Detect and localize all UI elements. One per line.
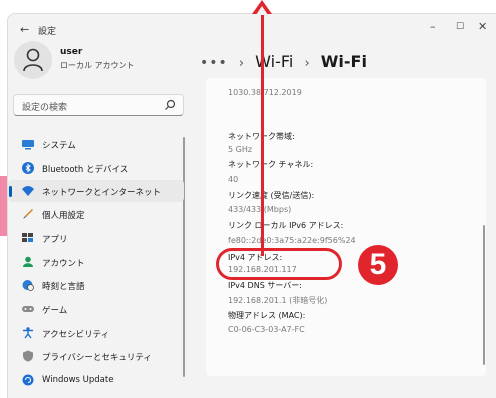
search-placeholder: 設定の検索 — [22, 103, 68, 113]
maximize-button[interactable]: ☐ — [456, 22, 464, 32]
sidebar-item-label: ゲーム — [42, 306, 68, 316]
driver-version-value: 1030.38.712.2019 — [228, 88, 302, 97]
account-type: ローカル アカウント — [60, 61, 135, 70]
link-speed-value: 433/433 (Mbps) — [228, 205, 292, 214]
dns-label: IPv4 DNS サーバー: — [228, 281, 302, 290]
sidebar-item-bluetooth[interactable]: Bluetooth とデバイス — [8, 157, 184, 179]
globe-clock-icon — [22, 280, 34, 291]
apps-icon — [22, 233, 33, 242]
search-icon — [165, 99, 176, 110]
avatar[interactable] — [14, 41, 52, 79]
channel-value: 40 — [228, 175, 239, 184]
sidebar-item-label: アカウント — [42, 259, 85, 269]
person-icon — [23, 256, 33, 267]
sidebar-item-privacy[interactable]: プライバシーとセキュリティ — [8, 345, 184, 367]
monitor-icon — [22, 140, 34, 150]
sidebar-item-time-language[interactable]: 時刻と言語 — [8, 274, 184, 296]
ipv6-label: リンク ローカル IPv6 アドレス: — [228, 221, 344, 230]
sidebar-item-apps[interactable]: アプリ — [8, 227, 184, 249]
band-value: 5 GHz — [228, 145, 253, 154]
sidebar-item-label: Windows Update — [42, 375, 114, 385]
sidebar-item-label: プライバシーとセキュリティ — [42, 353, 152, 363]
user-name: user — [60, 47, 83, 57]
sidebar-item-network[interactable]: ネットワークとインターネット — [8, 180, 184, 202]
sidebar-item-label: アクセシビリティ — [42, 330, 110, 340]
shield-icon — [23, 350, 33, 362]
bluetooth-icon — [22, 162, 34, 174]
sidebar-item-label: Bluetooth とデバイス — [42, 165, 129, 175]
sidebar-item-label: システム — [42, 141, 76, 151]
annotation-arrow-shaft — [261, 8, 264, 256]
chevron-right-icon: › — [238, 56, 245, 71]
sidebar-item-system[interactable]: システム — [8, 133, 184, 155]
breadcrumb: ••• › Wi-Fi › Wi-Fi — [200, 52, 367, 71]
window-title: 設定 — [38, 27, 57, 37]
dns-value: 192.168.201.1 (非暗号化) — [228, 296, 328, 305]
brush-icon — [23, 209, 33, 219]
back-button[interactable]: ← — [20, 23, 29, 36]
sidebar-item-label: アプリ — [42, 235, 68, 245]
page-title: Wi-Fi — [320, 52, 367, 71]
breadcrumb-overflow-button[interactable]: ••• — [200, 55, 228, 71]
pink-side-strip — [0, 176, 7, 236]
channel-label: ネットワーク チャネル: — [228, 160, 314, 169]
sidebar-item-accessibility[interactable]: アクセシビリティ — [8, 322, 184, 344]
annotation-highlight-oval — [216, 248, 342, 280]
mac-label: 物理アドレス (MAC): — [228, 311, 306, 320]
link-speed-label: リンク速度 (受信/送信): — [228, 191, 315, 200]
ipv6-value: fe80::2de0:3a75:a22e:9f56%24 — [228, 236, 356, 245]
sidebar-item-accounts[interactable]: アカウント — [8, 251, 184, 273]
person-icon — [23, 48, 43, 72]
sidebar-item-gaming[interactable]: ゲーム — [8, 298, 184, 320]
gamepad-icon — [22, 306, 34, 312]
step-number-badge: 5 — [358, 245, 398, 285]
sidebar-item-label: 個人用設定 — [42, 211, 85, 221]
sidebar-item-label: 時刻と言語 — [42, 282, 85, 292]
selection-indicator — [9, 186, 12, 197]
minimize-button[interactable]: – — [430, 20, 436, 33]
update-icon — [22, 374, 34, 386]
accessibility-icon — [23, 327, 33, 339]
annotation-arrow-head-inner — [256, 6, 268, 15]
content-scrollbar[interactable] — [483, 225, 485, 365]
title-bar: ← 設定 – ☐ ✕ — [8, 14, 496, 46]
search-input[interactable]: 設定の検索 — [13, 94, 184, 116]
sidebar-item-windows-update[interactable]: Windows Update — [8, 369, 184, 391]
chevron-right-icon: › — [304, 56, 310, 71]
sidebar-item-personalization[interactable]: 個人用設定 — [8, 203, 184, 225]
wifi-icon — [22, 186, 34, 196]
mac-value: C0-06-C3-03-A7-FC — [228, 325, 305, 334]
sidebar-item-label: ネットワークとインターネット — [42, 188, 162, 198]
close-button[interactable]: ✕ — [478, 20, 487, 33]
